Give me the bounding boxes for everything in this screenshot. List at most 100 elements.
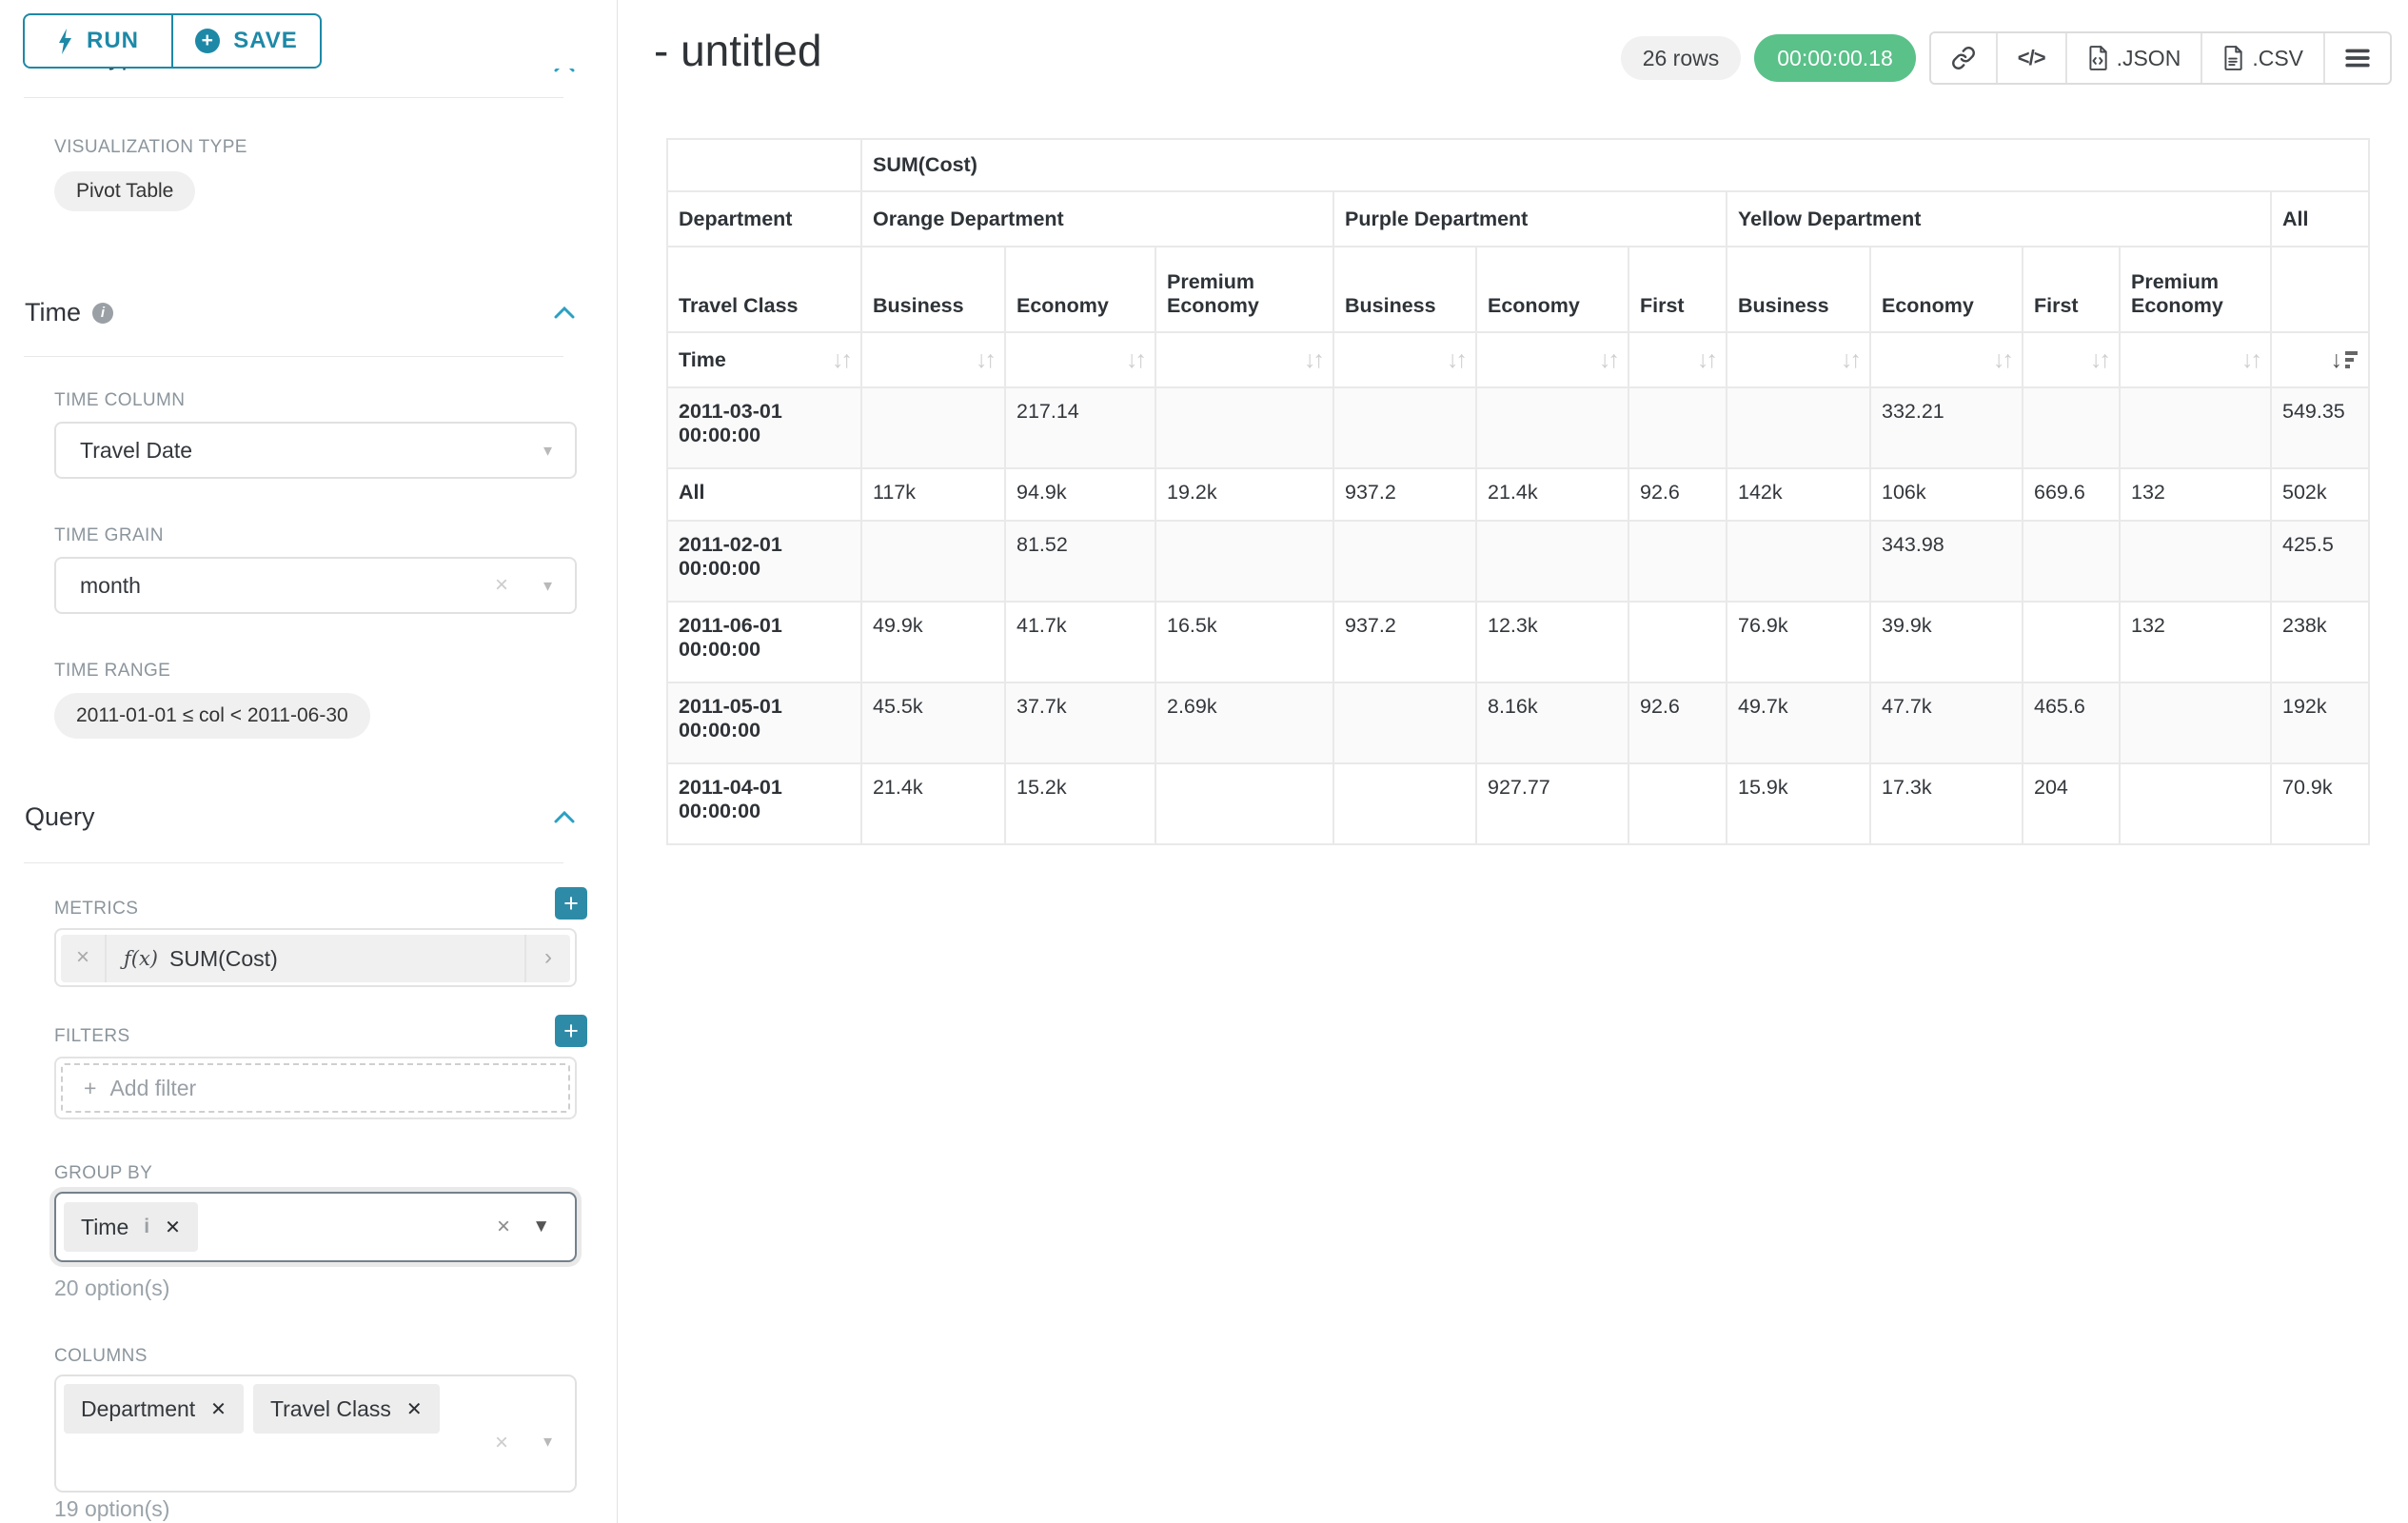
time-collapse-chevron-icon[interactable] (554, 307, 575, 319)
sort-toggle-icon[interactable]: ↓↑ (1697, 346, 1715, 374)
run-button[interactable]: RUN (23, 13, 173, 69)
chart-title[interactable]: - untitled (654, 25, 821, 76)
pivot-value-cell (1333, 682, 1476, 763)
pivot-value-cell: 17.3k (1870, 763, 2023, 844)
export-csv-button[interactable]: .CSV (2202, 33, 2325, 83)
pivot-department-header: Purple Department (1333, 191, 1727, 247)
chevron-down-icon[interactable]: ▾ (543, 576, 552, 596)
plus-icon: + (84, 1076, 96, 1101)
pivot-value-cell (1155, 387, 1333, 468)
add-filter-button[interactable]: + Add filter (61, 1063, 570, 1113)
group-by-select[interactable]: Time i ✕ × ▼ (54, 1192, 577, 1262)
menu-button[interactable] (2325, 33, 2390, 83)
filters-label: FILTERS (54, 1026, 130, 1047)
columns-select[interactable]: Department ✕ Travel Class ✕ × ▾ (54, 1375, 577, 1493)
info-icon[interactable]: i (92, 303, 113, 324)
clear-icon[interactable]: × (497, 1214, 510, 1240)
function-icon: ƒ(x) (124, 947, 158, 970)
pivot-value-cell: 425.5 (2271, 521, 2369, 602)
visualization-type-label: VISUALIZATION TYPE (54, 137, 247, 158)
pivot-value-cell (1333, 763, 1476, 844)
chevron-down-icon[interactable]: ▾ (543, 441, 552, 461)
columns-chip-label: Department (81, 1396, 195, 1422)
pivot-value-cell: 92.6 (1628, 682, 1727, 763)
time-range-chip[interactable]: 2011-01-01 ≤ col < 2011-06-30 (54, 693, 370, 739)
pivot-value-cell: 937.2 (1333, 468, 1476, 521)
pivot-value-cell: 502k (2271, 468, 2369, 521)
lightning-bolt-icon (57, 29, 73, 54)
pivot-value-cell: 669.6 (2023, 468, 2120, 521)
add-filter-plus-button[interactable]: + (555, 1015, 587, 1047)
time-grain-select[interactable]: month × ▾ (54, 557, 577, 614)
query-collapse-chevron-icon[interactable] (554, 811, 575, 823)
pivot-value-cell: 49.7k (1727, 682, 1870, 763)
sort-toggle-icon[interactable]: ↓↑ (1304, 346, 1322, 374)
pivot-row-label: 2011-04-01 00:00:00 (667, 763, 861, 844)
pivot-value-cell: 41.7k (1005, 602, 1155, 682)
pivot-row-label: 2011-05-01 00:00:00 (667, 682, 861, 763)
remove-chip-icon[interactable]: ✕ (210, 1397, 227, 1421)
remove-chip-icon[interactable]: ✕ (406, 1397, 423, 1421)
pivot-value-cell (861, 521, 1005, 602)
pivot-value-cell: 39.9k (1870, 602, 2023, 682)
pivot-sort-cell: ↓↑ (1476, 332, 1628, 387)
pivot-value-cell (1727, 521, 1870, 602)
pivot-table-container: SUM(Cost)DepartmentOrange DepartmentPurp… (666, 138, 2370, 845)
pivot-value-cell: 21.4k (861, 763, 1005, 844)
pivot-sort-cell: ↓↑ (861, 332, 1005, 387)
sort-toggle-icon[interactable]: ↓↑ (976, 346, 994, 374)
sort-toggle-icon[interactable]: ↓↑ (2241, 346, 2260, 374)
group-by-chip-label: Time (81, 1215, 128, 1240)
pivot-travel-class-header (2271, 247, 2369, 332)
save-button[interactable]: + SAVE (171, 13, 322, 69)
pivot-travel-class-header: Business (1333, 247, 1476, 332)
time-column-label: TIME COLUMN (54, 390, 185, 411)
pivot-travel-class-header: Business (1727, 247, 1870, 332)
chevron-down-icon[interactable]: ▾ (543, 1432, 552, 1452)
pivot-row-label: 2011-02-01 00:00:00 (667, 521, 861, 602)
remove-chip-icon[interactable]: ✕ (165, 1216, 181, 1239)
pivot-value-cell: 49.9k (861, 602, 1005, 682)
pivot-value-cell (1476, 387, 1628, 468)
export-json-button[interactable]: .JSON (2067, 33, 2203, 83)
sort-toggle-icon[interactable]: ↓↑ (1599, 346, 1617, 374)
control-panel: Chart Type RUN + SAVE VISUALIZATION TYPE… (0, 0, 618, 1523)
sort-toggle-icon[interactable]: ↓↑ (1126, 346, 1144, 374)
pivot-metric-header: SUM(Cost) (861, 139, 2369, 191)
metric-chip[interactable]: × ƒ(x) SUM(Cost) › (61, 935, 570, 982)
pivot-table: SUM(Cost)DepartmentOrange DepartmentPurp… (666, 138, 2370, 845)
pivot-value-cell (2120, 763, 2271, 844)
sort-toggle-icon[interactable]: ↓↑ (2090, 346, 2108, 374)
sort-toggle-icon[interactable]: ↓↑ (1447, 346, 1465, 374)
pivot-value-cell: 937.2 (1333, 602, 1476, 682)
chevron-down-icon[interactable]: ▼ (532, 1216, 550, 1237)
pivot-value-cell (1628, 602, 1727, 682)
sort-toggle-icon[interactable]: ↓↑ (1993, 346, 2011, 374)
pivot-data-row: 2011-04-01 00:00:0021.4k15.2k927.7715.9k… (667, 763, 2369, 844)
chart-header-actions: 26 rows 00:00:00.18 </> .JSON . (1621, 31, 2392, 85)
time-header-label: Time (679, 348, 726, 372)
chevron-right-icon[interactable]: › (524, 935, 570, 982)
add-metric-button[interactable]: + (555, 887, 587, 920)
sort-toggle-icon[interactable]: ↓↑ (1841, 346, 1859, 374)
remove-metric-icon[interactable]: × (61, 935, 107, 982)
clear-icon[interactable]: × (495, 1430, 508, 1456)
pivot-travel-class-header: First (1628, 247, 1727, 332)
hamburger-menu-icon (2345, 48, 2370, 69)
run-button-label: RUN (87, 28, 139, 54)
pivot-value-cell (861, 387, 1005, 468)
info-icon[interactable]: i (144, 1216, 149, 1238)
clear-icon[interactable]: × (495, 572, 508, 599)
pivot-value-cell: 76.9k (1727, 602, 1870, 682)
visualization-type-chip[interactable]: Pivot Table (54, 171, 195, 211)
time-column-select[interactable]: Travel Date ▾ (54, 422, 577, 479)
sort-descending-icon[interactable]: ↓ (2331, 346, 2359, 374)
sort-toggle-icon[interactable]: ↓↑ (832, 346, 850, 374)
pivot-value-cell: 81.52 (1005, 521, 1155, 602)
share-link-button[interactable] (1931, 33, 1998, 83)
group-by-chip-time[interactable]: Time i ✕ (64, 1202, 198, 1252)
view-query-button[interactable]: </> (1998, 33, 2067, 83)
columns-chip-travel-class[interactable]: Travel Class ✕ (253, 1384, 440, 1434)
pivot-sort-cell: ↓↑ (1155, 332, 1333, 387)
columns-chip-department[interactable]: Department ✕ (64, 1384, 244, 1434)
